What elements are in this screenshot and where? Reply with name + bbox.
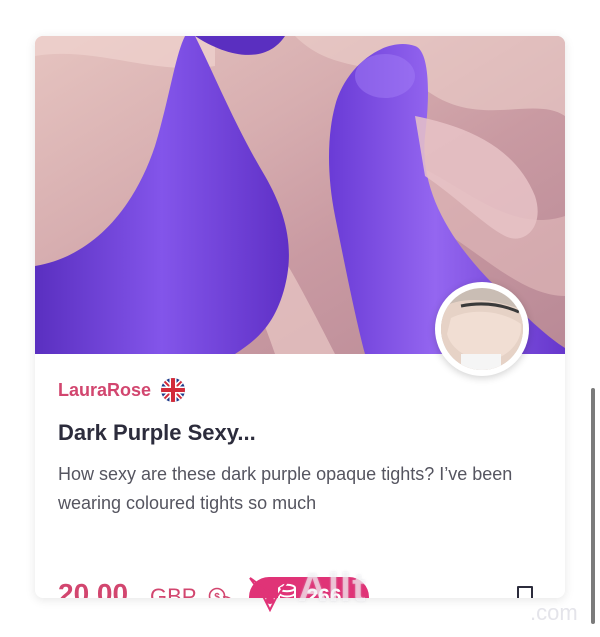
price-value: 20.00 — [58, 578, 129, 598]
watermark-sub: .com — [530, 600, 578, 625]
seller-avatar-frame[interactable] — [435, 282, 529, 376]
listing-card[interactable]: LauraRose Dark Purple Sexy... How sexy a… — [35, 36, 565, 598]
listing-description: How sexy are these dark purple opaque ti… — [58, 464, 513, 513]
make-offer-icon[interactable]: $ — [208, 587, 234, 598]
bookmark-icon[interactable] — [514, 584, 536, 598]
scrollbar[interactable] — [591, 388, 595, 624]
seller-name[interactable]: LauraRose — [58, 380, 151, 401]
listing-title[interactable]: Dark Purple Sexy... — [58, 420, 256, 446]
price-currency: GBP — [150, 584, 197, 598]
seller-avatar[interactable] — [441, 288, 523, 370]
viewport: LauraRose Dark Purple Sexy... How sexy a… — [0, 0, 600, 637]
uk-flag-icon — [161, 378, 186, 402]
seller-row: LauraRose — [58, 378, 186, 402]
avatar-photo-art — [441, 288, 523, 370]
watermark-text: Allt — [298, 566, 367, 610]
pin-icon — [246, 572, 296, 613]
svg-text:$: $ — [214, 592, 220, 598]
